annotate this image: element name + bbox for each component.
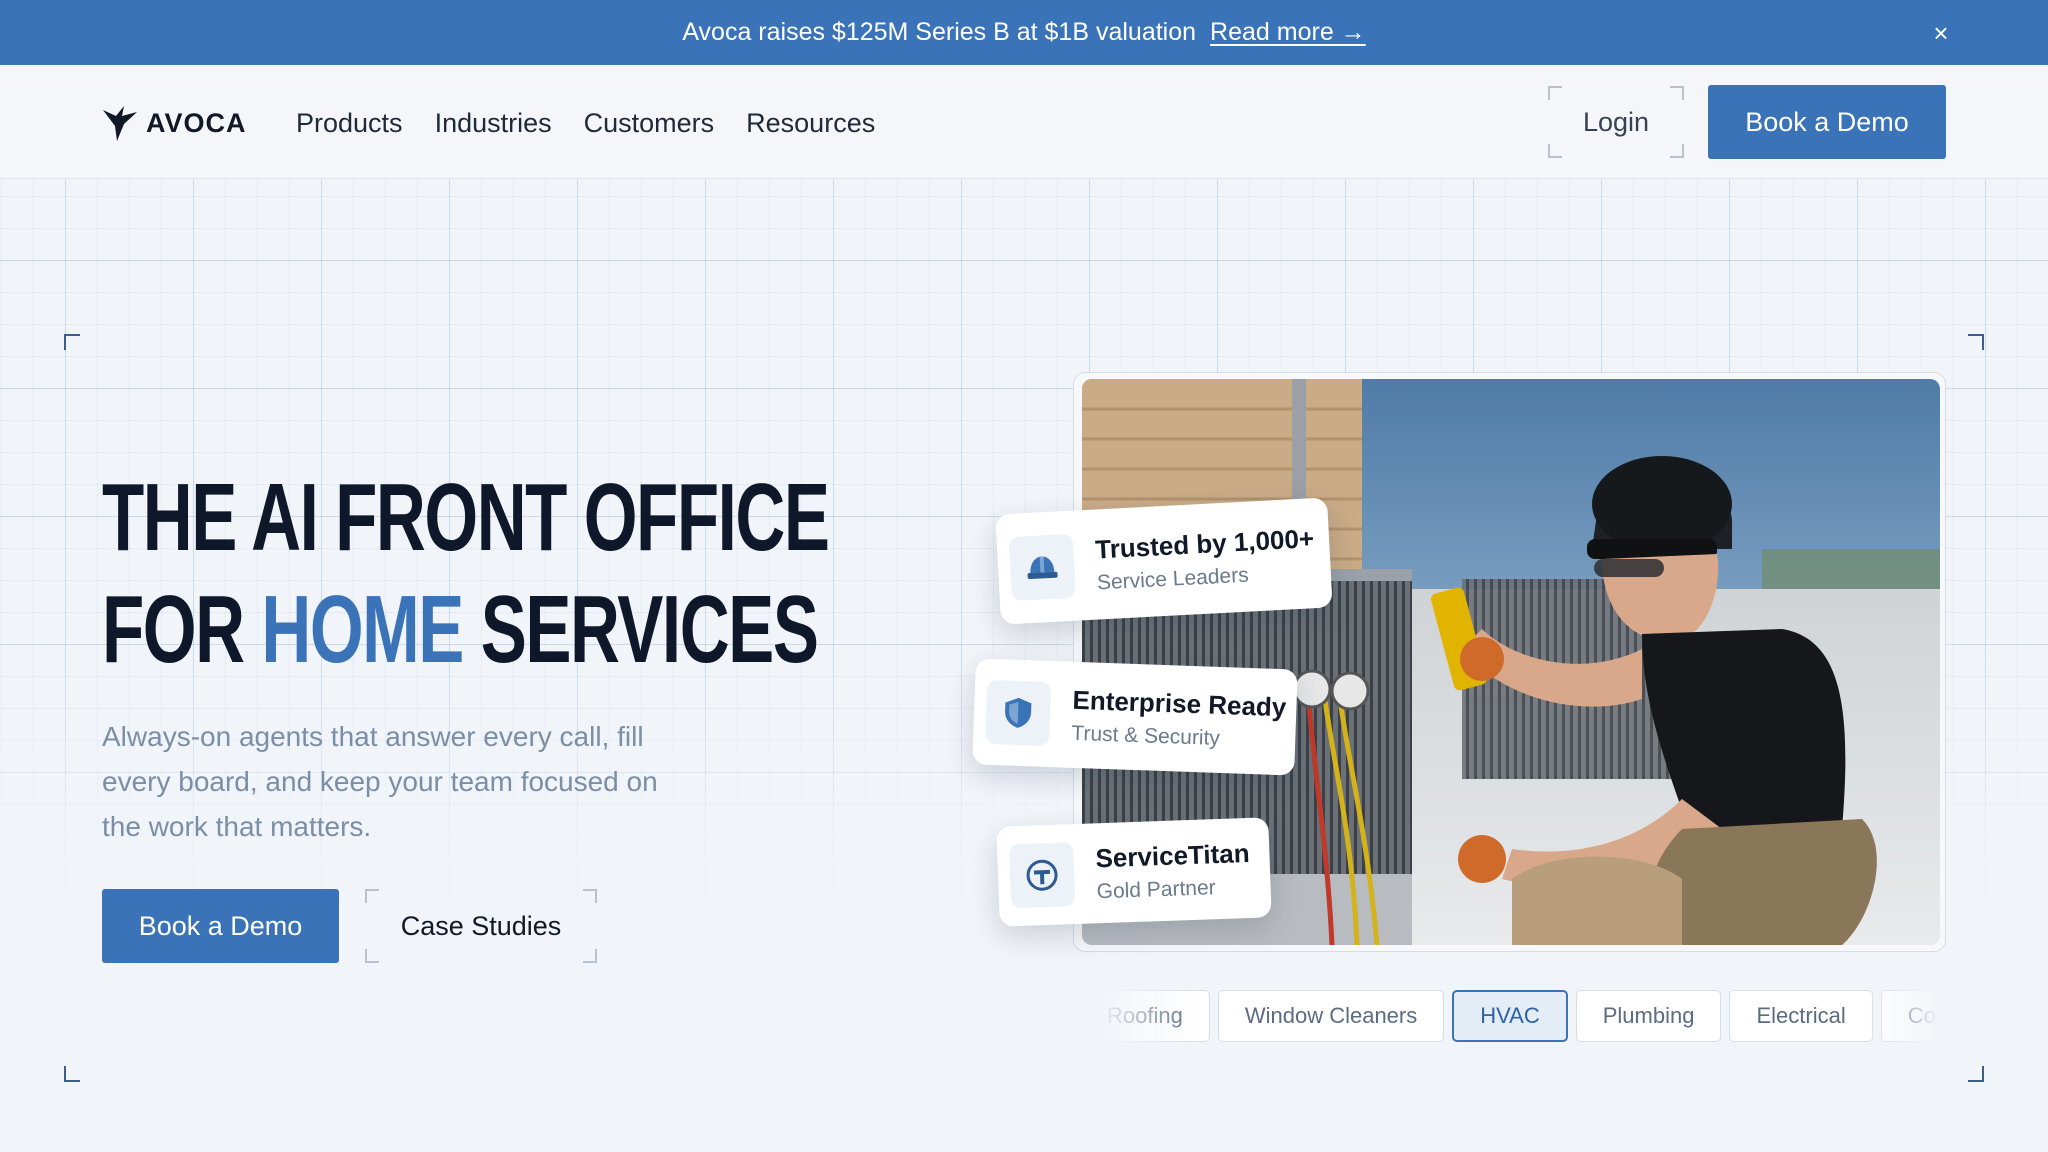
logo-text: AVOCA	[146, 107, 247, 138]
hero-book-demo-button[interactable]: Book a Demo	[102, 889, 339, 963]
frame-corner-top-right	[1968, 334, 1984, 350]
bracket-decoration	[583, 889, 597, 903]
close-icon[interactable]: ×	[1926, 18, 1956, 48]
industry-tab-electrical[interactable]: Electrical	[1729, 990, 1873, 1042]
bracket-decoration	[1670, 86, 1684, 100]
nav-item-industries[interactable]: Industries	[435, 108, 552, 139]
header-book-demo-button[interactable]: Book a Demo	[1708, 85, 1946, 159]
nav-item-products[interactable]: Products	[296, 108, 403, 139]
industry-tabs-track: Roofing Window Cleaners HVAC Plumbing El…	[1088, 990, 1946, 1042]
bracket-decoration	[365, 949, 379, 963]
site-header: AVOCA Products Industries Customers Reso…	[0, 65, 2048, 179]
bracket-decoration	[365, 889, 379, 903]
trust-card-servicetitan: ServiceTitan Gold Partner	[996, 817, 1272, 927]
avoca-logo[interactable]: AVOCA	[102, 103, 247, 143]
hero-subhead: Always-on agents that answer every call,…	[102, 721, 658, 842]
case-studies-button[interactable]: Case Studies	[365, 889, 597, 963]
headline-line-2-pre: FOR	[102, 576, 262, 683]
trust-card-title: Trusted by 1,000+	[1094, 522, 1315, 565]
trust-card-service-leaders: Trusted by 1,000+ Service Leaders	[995, 497, 1333, 625]
industry-tab-roofing[interactable]: Roofing	[1088, 990, 1210, 1042]
hero-headline: THE AI FRONT OFFICE FOR HOME SERVICES	[102, 462, 830, 686]
login-button[interactable]: Login	[1548, 86, 1684, 158]
trust-card-subtitle: Gold Partner	[1096, 875, 1217, 903]
industry-tab-plumbing[interactable]: Plumbing	[1575, 990, 1722, 1042]
hard-hat-icon	[1008, 533, 1076, 602]
case-studies-label: Case Studies	[400, 910, 562, 941]
main-nav: Products Industries Customers Resources	[296, 101, 875, 145]
frame-corner-top-left	[64, 334, 80, 350]
trust-card-subtitle: Trust & Security	[1071, 721, 1221, 750]
industry-tab-hvac[interactable]: HVAC	[1452, 990, 1568, 1042]
trust-card-text: Enterprise Ready Trust & Security	[1071, 684, 1287, 752]
servicetitan-logo-icon	[1008, 842, 1076, 909]
shield-icon	[984, 679, 1052, 747]
frame-corner-bottom-left	[64, 1066, 80, 1082]
nav-item-customers[interactable]: Customers	[584, 108, 715, 139]
industry-tab-co[interactable]: Co	[1880, 990, 1946, 1042]
trust-card-title: Enterprise Ready	[1072, 684, 1287, 722]
trust-card-text: Trusted by 1,000+ Service Leaders	[1094, 523, 1316, 595]
industry-tab-window-cleaners[interactable]: Window Cleaners	[1217, 990, 1445, 1042]
announcement-read-more-link[interactable]: Read more →	[1210, 18, 1366, 47]
bracket-decoration	[583, 949, 597, 963]
bracket-decoration	[1548, 86, 1562, 100]
announcement-bar: Avoca raises $125M Series B at $1B valua…	[0, 0, 2048, 65]
bracket-decoration	[1670, 144, 1684, 158]
industry-tabs: Roofing Window Cleaners HVAC Plumbing El…	[1088, 990, 1946, 1044]
trust-card-text: ServiceTitan Gold Partner	[1095, 837, 1251, 903]
bracket-decoration	[1548, 144, 1562, 158]
frame-corner-bottom-right	[1968, 1066, 1984, 1082]
headline-accent: HOME	[261, 576, 464, 683]
headline-line-1: THE AI FRONT OFFICE	[102, 464, 830, 571]
announcement-text: Avoca raises $125M Series B at $1B valua…	[682, 18, 1197, 46]
nav-item-resources[interactable]: Resources	[746, 108, 875, 139]
headline-line-2-post: SERVICES	[462, 576, 819, 683]
trust-card-subtitle: Service Leaders	[1096, 563, 1250, 595]
login-label: Login	[1582, 106, 1650, 137]
trust-card-enterprise: Enterprise Ready Trust & Security	[972, 658, 1298, 776]
avoca-bird-icon	[103, 106, 137, 141]
trust-card-title: ServiceTitan	[1094, 837, 1251, 873]
